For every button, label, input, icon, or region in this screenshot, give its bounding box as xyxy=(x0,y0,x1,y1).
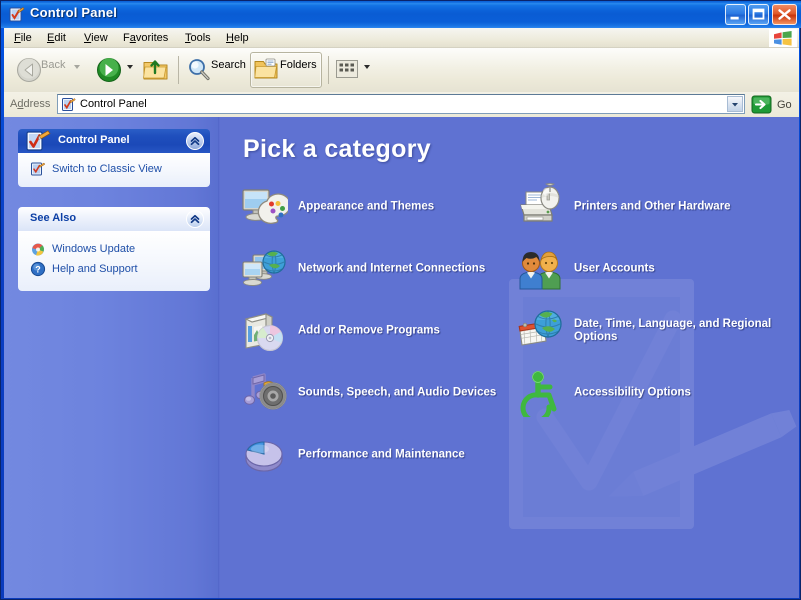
category-label: Sounds, Speech, and Audio Devices xyxy=(298,387,508,400)
category-user-accounts[interactable]: User Accounts xyxy=(508,241,790,297)
page-title: Pick a category xyxy=(243,135,431,164)
toolbar-separator-1 xyxy=(178,56,179,84)
link-windows-update[interactable]: Windows Update xyxy=(18,239,210,259)
category-add-or-remove-programs[interactable]: Add or Remove Programs xyxy=(232,303,514,359)
main-content: Pick a category xyxy=(220,117,799,598)
appearance-themes-icon xyxy=(240,183,288,231)
performance-maintenance-icon xyxy=(240,431,288,479)
panel-see-also-body: Windows Update ? Help and Support xyxy=(18,231,210,291)
category-label: Appearance and Themes xyxy=(298,201,508,214)
maximize-button[interactable] xyxy=(748,4,769,25)
views-dropdown-caret[interactable] xyxy=(364,65,370,69)
menu-view[interactable]: View xyxy=(78,31,114,46)
category-sounds-speech-and-audio-devices[interactable]: Sounds, Speech, and Audio Devices xyxy=(232,365,514,421)
panel-see-also-header[interactable]: See Also xyxy=(18,207,210,231)
windows-update-icon xyxy=(30,241,46,257)
address-value: Control Panel xyxy=(80,98,147,110)
search-button-label: Search xyxy=(211,59,246,71)
minimize-button[interactable] xyxy=(725,4,746,25)
menu-bar: File Edit View Favorites Tools Help xyxy=(4,28,799,48)
link-label: Switch to Classic View xyxy=(52,163,162,175)
category-label: Performance and Maintenance xyxy=(298,449,508,462)
printers-hardware-icon xyxy=(516,183,564,231)
link-label: Windows Update xyxy=(52,243,135,255)
menu-file[interactable]: File xyxy=(8,31,38,46)
windows-flag-icon xyxy=(769,29,797,47)
views-button[interactable] xyxy=(334,52,362,88)
forward-button[interactable] xyxy=(92,52,126,88)
category-label: Add or Remove Programs xyxy=(298,325,508,338)
panel-see-also: See Also xyxy=(18,207,210,291)
back-dropdown-caret[interactable] xyxy=(74,65,80,69)
help-question-icon: ? xyxy=(30,261,46,277)
window-title: Control Panel xyxy=(30,5,117,20)
date-time-regional-icon xyxy=(516,307,564,355)
menu-favorites[interactable]: Favorites xyxy=(117,31,174,46)
category-label: Printers and Other Hardware xyxy=(574,201,784,214)
category-performance-and-maintenance[interactable]: Performance and Maintenance xyxy=(232,427,514,483)
menu-tools[interactable]: Tools xyxy=(179,31,217,46)
category-label: User Accounts xyxy=(574,263,784,276)
link-help-and-support[interactable]: ? Help and Support xyxy=(18,259,210,279)
svg-text:?: ? xyxy=(35,265,41,275)
control-panel-clipboard-icon xyxy=(24,130,52,152)
add-remove-programs-icon xyxy=(240,307,288,355)
accessibility-icon xyxy=(516,369,564,417)
control-panel-window: Control Panel File Edit View Favorites T… xyxy=(0,0,801,600)
address-input[interactable]: Control Panel xyxy=(57,94,745,114)
address-label: Address xyxy=(10,98,50,110)
back-button-label: Back xyxy=(41,59,65,71)
category-label: Date, Time, Language, and Regional Optio… xyxy=(574,318,792,344)
toolbar-separator-2 xyxy=(328,56,329,84)
address-bar: Address Control Panel xyxy=(4,92,799,117)
chevron-up-icon[interactable] xyxy=(186,210,204,228)
client-area: Control Panel xyxy=(4,117,799,598)
chevron-up-icon[interactable] xyxy=(186,132,204,150)
panel-control-panel-title: Control Panel xyxy=(58,134,130,146)
link-switch-to-classic-view[interactable]: Switch to Classic View xyxy=(18,159,210,179)
control-panel-icon xyxy=(8,6,25,23)
menu-help[interactable]: Help xyxy=(220,31,255,46)
panel-control-panel-header[interactable]: Control Panel xyxy=(18,129,210,153)
panel-control-panel-body: Switch to Classic View xyxy=(18,153,210,187)
category-label: Accessibility Options xyxy=(574,387,784,400)
chevron-down-icon[interactable] xyxy=(727,96,743,112)
category-printers-and-other-hardware[interactable]: Printers and Other Hardware xyxy=(508,179,790,235)
title-bar: Control Panel xyxy=(1,1,801,28)
sounds-speech-audio-icon xyxy=(240,369,288,417)
menu-edit[interactable]: Edit xyxy=(41,31,72,46)
category-network-and-internet-connections[interactable]: Network and Internet Connections xyxy=(232,241,514,297)
navigation-toolbar: Back xyxy=(4,48,799,92)
link-label: Help and Support xyxy=(52,263,138,275)
go-button[interactable] xyxy=(751,95,772,114)
user-accounts-icon xyxy=(516,245,564,293)
up-button[interactable] xyxy=(140,52,172,88)
forward-dropdown-caret[interactable] xyxy=(127,65,133,69)
control-panel-icon xyxy=(61,97,76,112)
task-pane-sidebar: Control Panel xyxy=(4,117,218,598)
network-internet-icon xyxy=(240,245,288,293)
panel-see-also-title: See Also xyxy=(30,212,76,224)
folders-button-label: Folders xyxy=(280,59,317,71)
category-accessibility-options[interactable]: Accessibility Options xyxy=(508,365,790,421)
category-date-time-language-and-regional-options[interactable]: Date, Time, Language, and Regional Optio… xyxy=(508,303,790,359)
category-appearance-and-themes[interactable]: Appearance and Themes xyxy=(232,179,514,235)
panel-control-panel: Control Panel xyxy=(18,129,210,187)
classic-view-icon xyxy=(30,161,46,177)
category-label: Network and Internet Connections xyxy=(298,263,508,276)
close-button[interactable] xyxy=(772,4,797,25)
go-button-label: Go xyxy=(777,99,792,111)
